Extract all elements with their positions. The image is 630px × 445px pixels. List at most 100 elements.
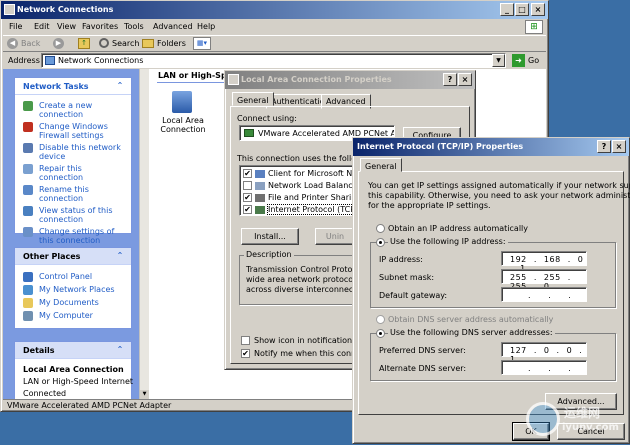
task-repair-connection[interactable]: Repair this connection bbox=[15, 164, 131, 182]
scroll-down-arrow-icon[interactable]: ▼ bbox=[140, 390, 149, 399]
place-label: Control Panel bbox=[39, 272, 93, 281]
place-my-computer[interactable]: My Computer bbox=[15, 311, 131, 321]
uninstall-button[interactable]: Unin bbox=[315, 228, 355, 245]
toolbar: ◀ Back ▶ ↑ Search Folders ▦▾ bbox=[3, 35, 546, 52]
install-button[interactable]: Install... bbox=[241, 228, 299, 245]
views-icon[interactable]: ▦▾ bbox=[193, 37, 211, 50]
lac-help-button[interactable]: ? bbox=[443, 73, 457, 86]
menu-view[interactable]: View bbox=[57, 22, 76, 31]
preferred-dns-input[interactable]: 127 . 0 . 0 . 1 bbox=[501, 342, 587, 364]
go-button-label[interactable]: Go bbox=[528, 56, 539, 65]
collapse-chevron-icon[interactable]: ⌃ bbox=[115, 252, 125, 262]
show-icon-checkbox[interactable] bbox=[241, 336, 250, 345]
address-dropdown-icon[interactable]: ▼ bbox=[492, 54, 505, 67]
folders-icon[interactable] bbox=[142, 39, 154, 48]
component-row[interactable]: ✔ Client for Microsoft Netwo bbox=[243, 169, 372, 179]
collapse-chevron-icon[interactable]: ⌃ bbox=[115, 346, 125, 356]
lac-title: Local Area Connection Properties bbox=[241, 75, 392, 84]
status-icon bbox=[23, 206, 33, 216]
network-tasks-header[interactable]: Network Tasks ⌃ bbox=[15, 78, 131, 95]
subnet-mask-label: Subnet mask: bbox=[379, 273, 435, 282]
adapter-icon bbox=[244, 129, 254, 137]
menu-favorites[interactable]: Favorites bbox=[82, 22, 118, 31]
new-connection-icon bbox=[23, 101, 33, 111]
dns-group: Use the following DNS server addresses: … bbox=[370, 328, 616, 381]
component-checkbox[interactable] bbox=[243, 181, 252, 190]
address-input[interactable]: Network Connections ▼ bbox=[41, 53, 506, 68]
back-arrow-icon[interactable]: ◀ bbox=[7, 38, 18, 49]
task-firewall-settings[interactable]: Change Windows Firewall settings bbox=[15, 122, 131, 140]
up-folder-icon[interactable]: ↑ bbox=[78, 38, 90, 49]
close-button[interactable]: × bbox=[531, 3, 545, 16]
obtain-ip-auto-label: Obtain an IP address automatically bbox=[388, 224, 529, 233]
intro-line: You can get IP settings assigned automat… bbox=[368, 181, 630, 190]
notify-checkbox[interactable]: ✔ bbox=[241, 349, 250, 358]
minimize-button[interactable]: _ bbox=[500, 3, 514, 16]
place-control-panel[interactable]: Control Panel bbox=[15, 272, 131, 282]
task-rename-connection[interactable]: Rename this connection bbox=[15, 185, 131, 203]
documents-icon bbox=[23, 298, 33, 308]
other-places-title: Other Places bbox=[23, 252, 81, 261]
balancing-icon bbox=[255, 182, 265, 190]
alternate-dns-input[interactable]: . . . bbox=[501, 360, 587, 375]
task-view-status[interactable]: View status of this connection bbox=[15, 206, 131, 224]
back-button-label[interactable]: Back bbox=[21, 39, 40, 48]
task-label: Change Windows Firewall settings bbox=[39, 122, 108, 140]
address-label: Address bbox=[8, 56, 40, 65]
tab-general[interactable]: General bbox=[360, 158, 402, 172]
use-following-dns-radio[interactable] bbox=[376, 329, 385, 338]
description-group: Description Transmission Control Protoco… bbox=[239, 250, 374, 305]
lac-close-button[interactable]: × bbox=[458, 73, 472, 86]
ip-address-input[interactable]: 192 . 168 . 0 . 1 bbox=[501, 251, 587, 273]
task-pane-scrollbar[interactable]: ▼ bbox=[139, 69, 149, 399]
collapse-chevron-icon[interactable]: ⌃ bbox=[115, 82, 125, 92]
components-list[interactable]: ✔ Client for Microsoft Netwo Network Load… bbox=[239, 165, 372, 216]
network-connection-icon bbox=[172, 91, 192, 113]
lac-titlebar: Local Area Connection Properties ? × bbox=[225, 71, 475, 89]
other-places-header[interactable]: Other Places ⌃ bbox=[15, 248, 131, 265]
windows-logo-icon: ⊞ bbox=[525, 20, 543, 34]
client-icon bbox=[255, 170, 265, 178]
address-value: Network Connections bbox=[58, 56, 144, 65]
component-row-selected[interactable]: ✔ Internet Protocol (TCP/IP bbox=[243, 204, 366, 215]
component-checkbox[interactable]: ✔ bbox=[243, 205, 252, 214]
use-following-ip-radio[interactable] bbox=[376, 238, 385, 247]
local-area-connection-item[interactable]: Local Area Connection bbox=[159, 89, 207, 139]
tcpip-close-button[interactable]: × bbox=[612, 140, 626, 153]
tcpip-help-button[interactable]: ? bbox=[597, 140, 611, 153]
task-disable-device[interactable]: Disable this network device bbox=[15, 143, 131, 161]
task-create-connection[interactable]: Create a new connection bbox=[15, 101, 131, 119]
maximize-button[interactable]: □ bbox=[515, 3, 529, 16]
menu-tools[interactable]: Tools bbox=[124, 22, 144, 31]
component-row[interactable]: ✔ File and Printer Sharing fo bbox=[243, 193, 372, 203]
menu-advanced[interactable]: Advanced bbox=[153, 22, 193, 31]
task-change-settings[interactable]: Change settings of this connection bbox=[15, 227, 131, 245]
component-row[interactable]: Network Load Balancing bbox=[243, 181, 365, 191]
tab-general[interactable]: General bbox=[232, 92, 274, 106]
alternate-dns-label: Alternate DNS server: bbox=[379, 364, 467, 373]
go-arrow-icon[interactable]: ➜ bbox=[512, 54, 525, 67]
firewall-icon bbox=[23, 122, 33, 132]
menu-help[interactable]: Help bbox=[197, 22, 215, 31]
place-my-network-places[interactable]: My Network Places bbox=[15, 285, 131, 295]
intro-line: this capability. Otherwise, you need to … bbox=[368, 191, 630, 200]
component-checkbox[interactable]: ✔ bbox=[243, 169, 252, 178]
menu-file[interactable]: File bbox=[9, 22, 22, 31]
forward-arrow-icon[interactable]: ▶ bbox=[53, 38, 64, 49]
task-label: Repair this connection bbox=[39, 164, 84, 182]
menu-bar: File Edit View Favorites Tools Advanced … bbox=[3, 20, 546, 34]
folders-button-label[interactable]: Folders bbox=[157, 39, 186, 48]
network-places-icon bbox=[23, 285, 33, 295]
details-header[interactable]: Details ⌃ bbox=[15, 342, 131, 359]
default-gateway-input[interactable]: . . . bbox=[501, 287, 587, 302]
search-icon[interactable] bbox=[99, 38, 109, 48]
menu-edit[interactable]: Edit bbox=[34, 22, 50, 31]
obtain-ip-auto-radio[interactable] bbox=[376, 224, 385, 233]
component-checkbox[interactable]: ✔ bbox=[243, 193, 252, 202]
intro-line: for the appropriate IP settings. bbox=[368, 201, 491, 210]
obtain-dns-auto-radio[interactable] bbox=[376, 315, 385, 324]
search-button-label[interactable]: Search bbox=[112, 39, 139, 48]
default-gateway-label: Default gateway: bbox=[379, 291, 448, 300]
subnet-mask-input[interactable]: 255 . 255 . 255 . 0 bbox=[501, 269, 587, 291]
place-my-documents[interactable]: My Documents bbox=[15, 298, 131, 308]
